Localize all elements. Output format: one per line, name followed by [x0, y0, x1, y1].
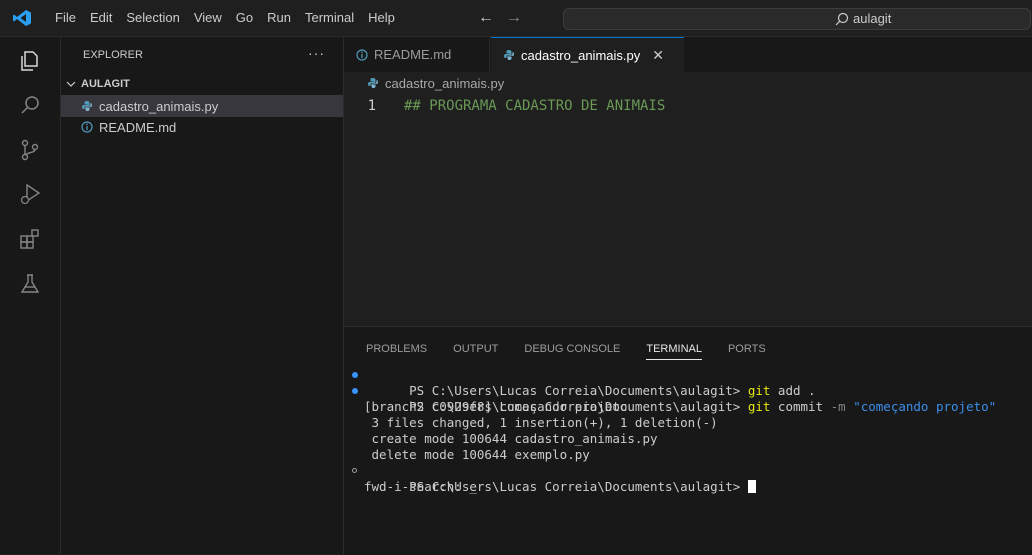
- run-debug-icon[interactable]: [18, 182, 42, 206]
- tab-ports[interactable]: PORTS: [728, 343, 766, 360]
- vscode-logo-icon: [13, 10, 31, 26]
- file-name: README.md: [99, 119, 177, 135]
- menu-edit[interactable]: Edit: [83, 0, 119, 36]
- tab-debug-console[interactable]: DEBUG CONSOLE: [524, 343, 620, 360]
- terminal-line: create mode 100644 cadastro_animais.py: [364, 431, 658, 446]
- command-center-label: aulagit: [853, 11, 892, 26]
- more-actions-icon[interactable]: ···: [308, 45, 325, 61]
- chevron-down-icon: [66, 81, 76, 87]
- title-bar: File Edit Selection View Go Run Terminal…: [0, 0, 1032, 37]
- info-icon: [81, 121, 93, 133]
- bottom-panel: PROBLEMS OUTPUT DEBUG CONSOLE TERMINAL P…: [344, 326, 1032, 555]
- code-line: 1 ## PROGRAMA CADASTRO DE ANIMAIS: [344, 96, 666, 116]
- menu-help[interactable]: Help: [361, 0, 402, 36]
- folder-label: AULAGIT: [81, 78, 130, 90]
- terminal-line: PS C:\Users\Lucas Correia\Documents\aula…: [350, 367, 1030, 398]
- menu-terminal[interactable]: Terminal: [298, 0, 361, 36]
- search-icon: [835, 12, 849, 25]
- terminal-line: PS C:\Users\Lucas Correia\Documents\aula…: [350, 383, 1030, 414]
- info-icon: [356, 48, 368, 61]
- terminal-output[interactable]: PS C:\Users\Lucas Correia\Documents\aula…: [350, 367, 1030, 495]
- code-editor[interactable]: 1 ## PROGRAMA CADASTRO DE ANIMAIS: [344, 94, 1032, 326]
- command-status-dot-icon: [352, 468, 357, 473]
- line-content: ## PROGRAMA CADASTRO DE ANIMAIS: [404, 98, 666, 114]
- explorer-sidebar: EXPLORER ··· AULAGIT cadastro_animais.py…: [61, 37, 344, 554]
- command-center-search[interactable]: aulagit: [563, 8, 1031, 30]
- tab-problems[interactable]: PROBLEMS: [366, 343, 427, 360]
- tab-cadastro-animais[interactable]: cadastro_animais.py ✕: [491, 37, 684, 72]
- command-status-dot-icon: [352, 388, 358, 394]
- menu-bar: File Edit Selection View Go Run Terminal…: [48, 0, 402, 36]
- forward-arrow-icon[interactable]: →: [506, 9, 522, 27]
- back-arrow-icon[interactable]: ←: [478, 9, 494, 27]
- tab-label: cadastro_animais.py: [521, 47, 641, 63]
- editor-tab-bar: README.md cadastro_animais.py ✕: [344, 37, 1032, 73]
- terminal-line: 3 files changed, 1 insertion(+), 1 delet…: [364, 415, 718, 430]
- explorer-title: EXPLORER: [83, 49, 143, 61]
- menu-file[interactable]: File: [48, 0, 83, 36]
- terminal-line: PS C:\Users\Lucas Correia\Documents\aula…: [350, 463, 1030, 494]
- tab-terminal[interactable]: TERMINAL: [646, 343, 702, 360]
- file-item-readme[interactable]: README.md: [61, 116, 343, 138]
- testing-icon[interactable]: [18, 272, 42, 296]
- panel-tabs: PROBLEMS OUTPUT DEBUG CONSOLE TERMINAL P…: [366, 343, 766, 360]
- search-icon[interactable]: [18, 94, 42, 118]
- source-control-icon[interactable]: [18, 138, 42, 162]
- command-center-content: aulagit: [835, 11, 891, 26]
- terminal-line: [branch2 c0929f8] começando projeto: [364, 399, 628, 414]
- explorer-icon[interactable]: [18, 49, 42, 73]
- breadcrumb-file[interactable]: cadastro_animais.py: [385, 76, 504, 91]
- extensions-icon[interactable]: [18, 227, 42, 251]
- terminal-line: delete mode 100644 exemplo.py: [364, 447, 590, 462]
- folder-aulagit[interactable]: AULAGIT: [65, 74, 130, 94]
- command-status-dot-icon: [352, 372, 358, 378]
- navigation-arrows: ← →: [478, 0, 522, 36]
- menu-selection[interactable]: Selection: [119, 0, 186, 36]
- tab-readme[interactable]: README.md: [344, 37, 490, 72]
- menu-run[interactable]: Run: [260, 0, 298, 36]
- line-number: 1: [367, 98, 376, 114]
- file-item-cadastro-animais[interactable]: cadastro_animais.py: [61, 95, 343, 117]
- tab-label: README.md: [374, 47, 452, 62]
- file-name: cadastro_animais.py: [99, 98, 219, 114]
- breadcrumb: cadastro_animais.py: [344, 72, 1032, 94]
- close-icon[interactable]: ✕: [652, 47, 664, 64]
- tab-output[interactable]: OUTPUT: [453, 343, 498, 360]
- terminal-line: fwd-i-search: _: [364, 479, 477, 494]
- python-file-icon: [368, 78, 378, 88]
- menu-go[interactable]: Go: [229, 0, 260, 36]
- activity-bar: [0, 37, 61, 554]
- python-file-icon: [82, 101, 92, 111]
- python-file-icon: [504, 50, 514, 60]
- menu-view[interactable]: View: [187, 0, 229, 36]
